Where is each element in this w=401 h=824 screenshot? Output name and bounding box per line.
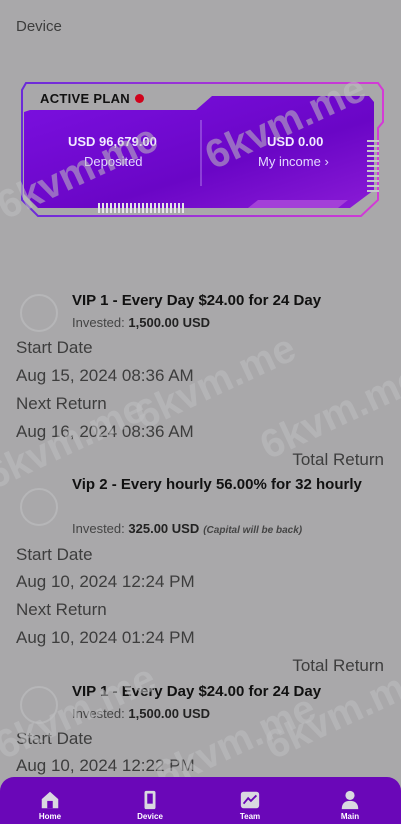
plan-name: VIP 1 - Every Day $24.00 for 24 Day xyxy=(72,683,322,700)
next-return-label: Next Return xyxy=(16,394,107,413)
plan-icon xyxy=(20,488,58,526)
device-icon xyxy=(144,790,156,810)
income-amount: USD 0.00 xyxy=(267,134,324,149)
start-date-label: Start Date xyxy=(16,729,93,748)
deposited-label: Deposited xyxy=(84,154,143,169)
next-return-value: Aug 10, 2024 01:24 PM xyxy=(16,628,195,647)
plan-name: Vip 2 - Every hourly 56.00% for 32 hourl… xyxy=(72,476,362,493)
bottom-nav: Home Device Team Main xyxy=(0,777,401,824)
deposited-amount: USD 96,679.00 xyxy=(68,134,157,149)
plan-invested: Invested: 325.00 USD (Capital will be bac… xyxy=(72,521,303,536)
team-chart-icon xyxy=(240,791,260,809)
active-plan-label: ACTIVE PLAN xyxy=(40,91,144,106)
user-icon xyxy=(341,790,359,810)
plan-icon xyxy=(20,294,58,332)
plan-invested: Invested: 1,500.00 USD xyxy=(72,315,211,330)
next-return-label: Next Return xyxy=(16,600,107,619)
plan-invested: Invested: 1,500.00 USD xyxy=(72,706,211,721)
status-dot-icon xyxy=(134,94,144,103)
home-icon xyxy=(41,791,59,809)
start-date-label: Start Date xyxy=(16,545,93,564)
active-plan-card: ACTIVE PLAN USD 96,679.00 Deposited USD … xyxy=(16,80,385,220)
nav-home[interactable]: Home xyxy=(10,777,90,824)
nav-team[interactable]: Team xyxy=(210,777,290,824)
chevron-right-icon: › xyxy=(324,154,329,169)
plan-name: VIP 1 - Every Day $24.00 for 24 Day xyxy=(72,292,322,309)
plan-icon xyxy=(20,686,58,724)
start-date-label: Start Date xyxy=(16,338,93,357)
start-date-value: Aug 10, 2024 12:22 PM xyxy=(16,756,195,775)
total-return-label: Total Return xyxy=(292,450,384,469)
nav-main[interactable]: Main xyxy=(310,777,390,824)
start-date-value: Aug 15, 2024 08:36 AM xyxy=(16,366,194,385)
page-title: Device xyxy=(16,18,62,35)
start-date-value: Aug 10, 2024 12:24 PM xyxy=(16,572,195,591)
next-return-value: Aug 16, 2024 08:36 AM xyxy=(16,422,194,441)
total-return-label: Total Return xyxy=(292,656,384,675)
my-income-link[interactable]: My income › xyxy=(258,154,329,169)
nav-device[interactable]: Device xyxy=(110,777,190,824)
